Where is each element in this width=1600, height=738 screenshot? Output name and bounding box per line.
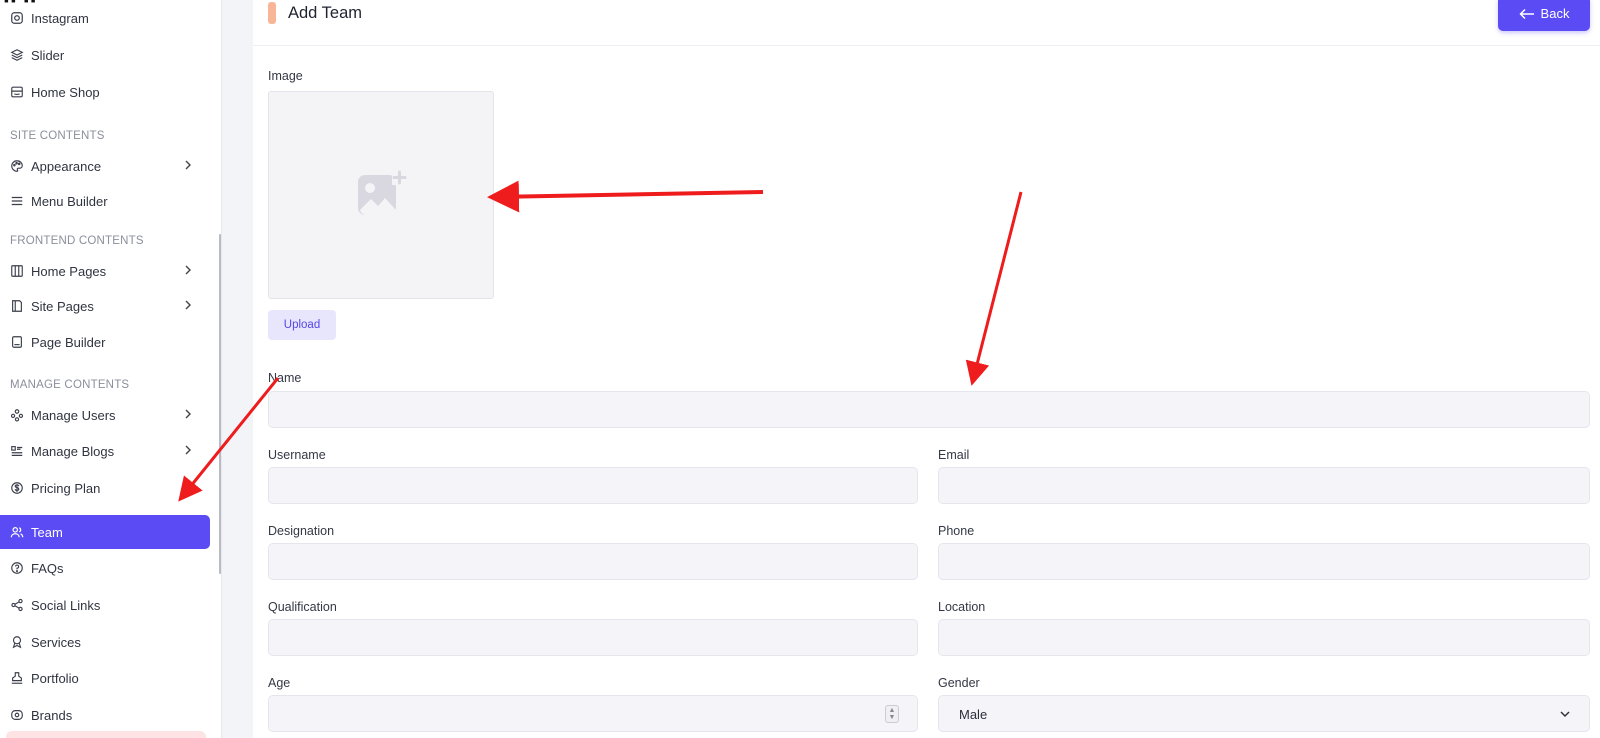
phone-label: Phone: [938, 524, 975, 538]
back-button[interactable]: Back: [1498, 0, 1590, 31]
qualification-label: Qualification: [268, 600, 337, 614]
chevron-right-icon: [185, 265, 191, 275]
users-icon: [10, 408, 24, 422]
sidebar-item-site-pages[interactable]: Site Pages: [0, 289, 210, 323]
chevron-right-icon: [185, 160, 191, 170]
username-label: Username: [268, 448, 326, 462]
add-team-card: Add Team Back Image Upload Name Username…: [253, 0, 1600, 738]
sidebar-item-label: Services: [31, 634, 81, 650]
username-field[interactable]: [268, 467, 918, 504]
sidebar-item-label: Page Builder: [31, 334, 106, 350]
image-preview[interactable]: [268, 91, 494, 299]
dollar-icon: [10, 481, 24, 495]
sidebar-item-label: Instagram: [31, 10, 89, 26]
stamp-icon: [10, 671, 24, 685]
sidebar-item-label: Team: [31, 524, 63, 540]
chevron-right-icon: [185, 445, 191, 455]
email-field[interactable]: [938, 467, 1590, 504]
sidebar-item-manage-users[interactable]: Manage Users: [0, 398, 210, 432]
sidebar-item-team[interactable]: Team: [0, 515, 210, 549]
section-manage-contents: MANAGE CONTENTS: [10, 379, 130, 391]
sidebar-item-appearance[interactable]: Appearance: [0, 149, 210, 183]
email-label: Email: [938, 448, 970, 462]
sidebar-item-page-builder[interactable]: Page Builder: [0, 325, 210, 359]
age-label: Age: [268, 676, 291, 690]
sidebar-item-label: Brands: [31, 707, 73, 723]
sidebar-item-label: Slider: [31, 47, 65, 63]
question-icon: [10, 561, 24, 575]
brand-icon: [10, 708, 24, 722]
gender-selected-value: Male: [959, 707, 988, 722]
sidebar-item-label: Manage Users: [31, 407, 116, 423]
menu-icon: [10, 194, 24, 208]
sidebar-item-social-links[interactable]: Social Links: [0, 588, 210, 622]
sidebar-item-label: FAQs: [31, 560, 64, 576]
phone-field[interactable]: [938, 543, 1590, 580]
sidebar-item-instagram[interactable]: Instagram: [0, 1, 210, 35]
add-image-icon: [358, 170, 407, 216]
sidebar-item-slider[interactable]: Slider: [0, 38, 210, 72]
designation-label: Designation: [268, 524, 335, 538]
name-label: Name: [268, 371, 302, 385]
sidebar-item-portfolio[interactable]: Portfolio: [0, 661, 210, 695]
age-field[interactable]: ▲ ▼: [268, 695, 918, 732]
stepper-up-icon[interactable]: ▲: [889, 707, 896, 714]
palette-icon: [10, 159, 24, 173]
sidebar-item-faqs[interactable]: FAQs: [0, 551, 210, 585]
title-accent-bar: [268, 2, 276, 24]
book-icon: [10, 299, 24, 313]
location-label: Location: [938, 600, 986, 614]
sidebar-item-services[interactable]: Services: [0, 625, 210, 659]
notebook-icon: [10, 335, 24, 349]
sidebar-item-label: Social Links: [31, 597, 101, 613]
page-title: Add Team: [288, 4, 362, 22]
sidebar-item-label: Home Shop: [31, 84, 100, 100]
gender-select[interactable]: Male: [938, 695, 1590, 732]
sidebar-logout-button[interactable]: [6, 731, 206, 738]
stepper-down-icon[interactable]: ▼: [889, 714, 896, 721]
sidebar-item-menu-builder[interactable]: Menu Builder: [0, 184, 210, 218]
sidebar-scrollbar[interactable]: [219, 234, 221, 574]
sidebar-item-home-shop[interactable]: Home Shop: [0, 75, 210, 109]
sidebar-item-brands[interactable]: Brands: [0, 698, 210, 732]
chevron-right-icon: [185, 300, 191, 310]
sidebar-item-label: Home Pages: [31, 263, 107, 279]
image-label: Image: [268, 69, 303, 83]
chevron-down-icon: [1560, 711, 1570, 718]
name-field[interactable]: [268, 391, 1590, 428]
sidebar-item-label: Site Pages: [31, 298, 94, 314]
sidebar-item-label: Pricing Plan: [31, 480, 101, 496]
shop-icon: [10, 85, 24, 99]
badge-icon: [10, 635, 24, 649]
layers-icon: [10, 48, 24, 62]
sidebar-item-manage-blogs[interactable]: Manage Blogs: [0, 434, 210, 468]
instagram-icon: [10, 11, 24, 25]
sidebar-item-label: Portfolio: [31, 670, 79, 686]
columns-icon: [10, 264, 24, 278]
designation-field[interactable]: [268, 543, 918, 580]
share-icon: [10, 598, 24, 612]
sidebar-item-home-pages[interactable]: Home Pages: [0, 254, 210, 288]
team-icon: [10, 525, 24, 539]
sidebar-item-pricing-plan[interactable]: Pricing Plan: [0, 471, 210, 505]
gender-label: Gender: [938, 676, 980, 690]
number-stepper[interactable]: ▲ ▼: [885, 705, 899, 723]
location-field[interactable]: [938, 619, 1590, 656]
section-site-contents: SITE CONTENTS: [10, 130, 105, 142]
sidebar: ▪▪ ▪▪ Instagram Slider Home Shop SITE CO…: [0, 0, 222, 738]
qualification-field[interactable]: [268, 619, 918, 656]
sidebar-item-label: Manage Blogs: [31, 443, 115, 459]
arrow-left-icon: [1518, 8, 1534, 19]
sidebar-item-label: Menu Builder: [31, 193, 108, 209]
list-icon: [10, 444, 24, 458]
back-button-label: Back: [1540, 6, 1570, 21]
chevron-right-icon: [185, 409, 191, 419]
upload-button[interactable]: Upload: [268, 310, 336, 340]
card-header: Add Team Back: [253, 0, 1600, 46]
section-frontend-contents: FRONTEND CONTENTS: [10, 235, 144, 247]
sidebar-item-label: Appearance: [31, 158, 102, 174]
